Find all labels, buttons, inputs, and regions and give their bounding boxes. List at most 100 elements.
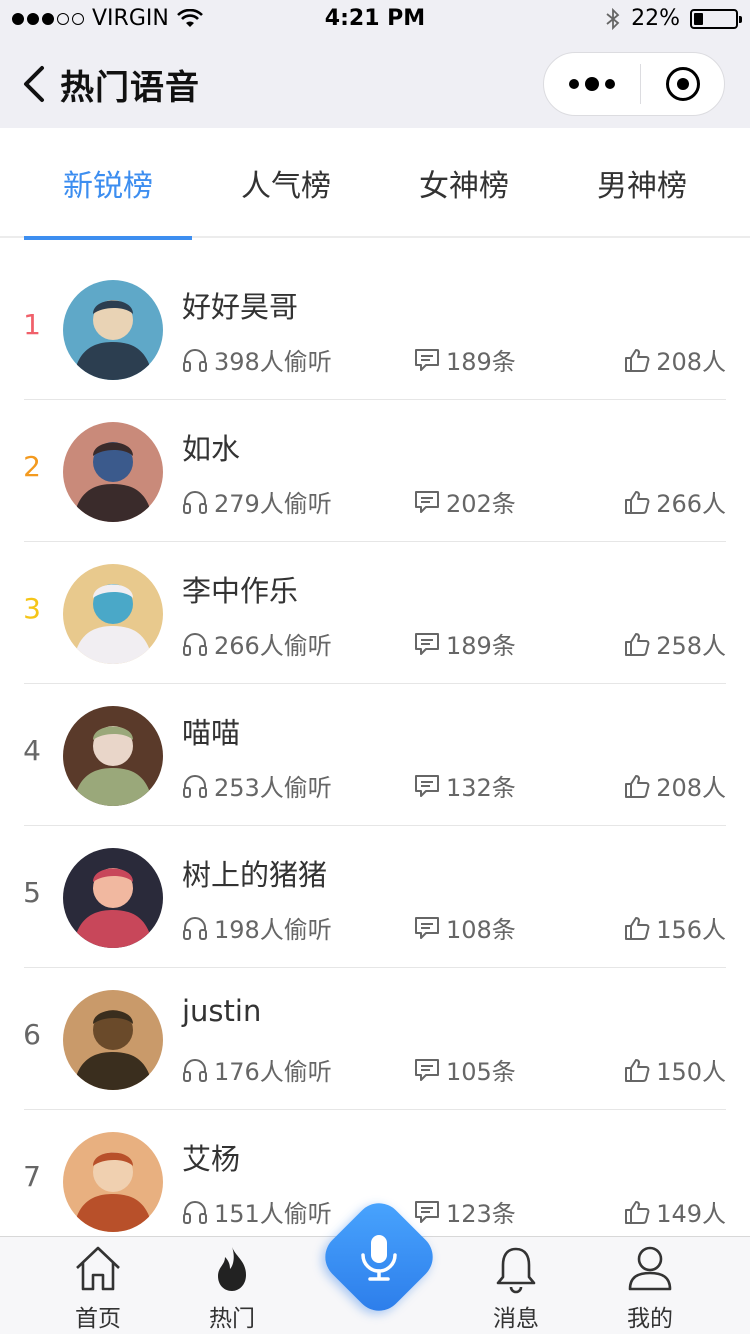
listen-count-text: 151人偷听	[214, 1200, 332, 1228]
rank-number: 1	[23, 308, 41, 341]
user-name[interactable]: 艾杨	[182, 1136, 240, 1178]
comment-icon	[415, 490, 439, 513]
rank-number: 3	[23, 592, 41, 625]
tab-popular-rank[interactable]: 人气榜	[202, 128, 370, 238]
tabbar-home-label: 首页	[75, 1306, 121, 1332]
user-name[interactable]: 喵喵	[182, 710, 240, 752]
listen-count: 253人偷听	[182, 768, 332, 803]
list-item[interactable]: 4 喵喵 253人偷听 132条 208人	[0, 684, 750, 826]
user-name[interactable]: 树上的猪猪	[182, 852, 327, 894]
user-name[interactable]: 好好昊哥	[182, 284, 298, 326]
like-count-text: 208人	[656, 348, 726, 376]
battery-icon	[690, 8, 742, 29]
comment-count-text: 132条	[446, 774, 516, 802]
avatar[interactable]	[63, 990, 163, 1090]
listen-count: 198人偷听	[182, 910, 332, 945]
bell-icon	[496, 1247, 536, 1294]
comment-count-text: 123条	[446, 1200, 516, 1228]
like-count-text: 156人	[656, 916, 726, 944]
tab-goddess-rank[interactable]: 女神榜	[380, 128, 548, 238]
user-name[interactable]: justin	[182, 994, 261, 1028]
comment-icon	[415, 774, 439, 797]
tab-new-rank[interactable]: 新锐榜	[24, 128, 192, 238]
comment-count: 108条	[414, 910, 516, 945]
comment-count: 123条	[414, 1194, 516, 1229]
battery-percent: 22%	[631, 6, 680, 31]
page-title: 热门语音	[60, 68, 200, 108]
comment-count-text: 105条	[446, 1058, 516, 1086]
list-item[interactable]: 3 李中作乐 266人偷听 189条 258人	[0, 542, 750, 684]
like-count: 156人	[624, 910, 726, 945]
avatar[interactable]	[63, 848, 163, 948]
listen-count-text: 176人偷听	[214, 1058, 332, 1086]
avatar[interactable]	[63, 564, 163, 664]
ranking-tabs: 新锐榜 人气榜 女神榜 男神榜	[0, 128, 750, 240]
like-count: 208人	[624, 342, 726, 377]
headphones-icon	[183, 632, 207, 656]
navigation-bar: 热门语音	[0, 40, 750, 128]
headphones-icon	[183, 916, 207, 940]
status-bar: VIRGIN 4:21 PM 22%	[0, 0, 750, 40]
tabbar-hot[interactable]: 热门	[177, 1237, 287, 1334]
list-item[interactable]: 6 justin 176人偷听 105条 150人	[0, 968, 750, 1110]
comment-count-text: 189条	[446, 348, 516, 376]
tabbar-mine[interactable]: 我的	[595, 1237, 705, 1334]
like-count: 149人	[624, 1194, 726, 1229]
avatar[interactable]	[63, 706, 163, 806]
listen-count-text: 253人偷听	[214, 774, 332, 802]
tab-male-god-rank[interactable]: 男神榜	[558, 128, 726, 238]
avatar[interactable]	[63, 280, 163, 380]
tabbar-messages-label: 消息	[493, 1306, 539, 1332]
like-count-text: 150人	[656, 1058, 726, 1086]
listen-count-text: 266人偷听	[214, 632, 332, 660]
home-icon	[76, 1246, 120, 1291]
like-count-text: 258人	[656, 632, 726, 660]
thumbs-up-icon	[625, 1058, 650, 1082]
headphones-icon	[183, 1200, 207, 1224]
microphone-icon[interactable]	[349, 1227, 409, 1287]
comment-count-text: 108条	[446, 916, 516, 944]
comment-count: 105条	[414, 1052, 516, 1087]
battery-area: 22%	[605, 6, 742, 31]
comment-icon	[415, 1058, 439, 1081]
tabbar-hot-label: 热门	[209, 1306, 255, 1332]
comment-count: 132条	[414, 768, 516, 803]
more-icon[interactable]	[544, 53, 640, 115]
active-tab-indicator	[24, 236, 192, 240]
comment-count: 202条	[414, 484, 516, 519]
user-name[interactable]: 李中作乐	[182, 568, 298, 610]
comment-count-text: 202条	[446, 490, 516, 518]
thumbs-up-icon	[625, 916, 650, 940]
listen-count: 151人偷听	[182, 1194, 332, 1229]
headphones-icon	[183, 1058, 207, 1082]
comment-icon	[415, 348, 439, 371]
mini-program-capsule	[543, 52, 725, 116]
listen-count: 266人偷听	[182, 626, 332, 661]
list-item[interactable]: 2 如水 279人偷听 202条 266人	[0, 400, 750, 542]
avatar[interactable]	[63, 1132, 163, 1232]
thumbs-up-icon	[625, 348, 650, 372]
list-item[interactable]: 5 树上的猪猪 198人偷听 108条 156人	[0, 826, 750, 968]
rank-number: 5	[23, 876, 41, 909]
listen-count-text: 198人偷听	[214, 916, 332, 944]
listen-count-text: 398人偷听	[214, 348, 332, 376]
user-name[interactable]: 如水	[182, 426, 240, 468]
tabbar-mine-label: 我的	[627, 1306, 673, 1332]
rank-number: 4	[23, 734, 41, 767]
avatar[interactable]	[63, 422, 163, 522]
comment-icon	[415, 1200, 439, 1223]
listen-count-text: 279人偷听	[214, 490, 332, 518]
thumbs-up-icon	[625, 490, 650, 514]
back-arrow-icon[interactable]	[20, 64, 50, 104]
like-count-text: 208人	[656, 774, 726, 802]
listen-count: 398人偷听	[182, 342, 332, 377]
like-count: 266人	[624, 484, 726, 519]
like-count: 208人	[624, 768, 726, 803]
rank-number: 6	[23, 1018, 41, 1051]
listen-count: 176人偷听	[182, 1052, 332, 1087]
like-count-text: 149人	[656, 1200, 726, 1228]
tabbar-home[interactable]: 首页	[43, 1237, 153, 1334]
list-item[interactable]: 1 好好昊哥 398人偷听 189条 208人	[0, 258, 750, 400]
tabbar-messages[interactable]: 消息	[461, 1237, 571, 1334]
close-mini-program-icon[interactable]	[641, 53, 724, 115]
